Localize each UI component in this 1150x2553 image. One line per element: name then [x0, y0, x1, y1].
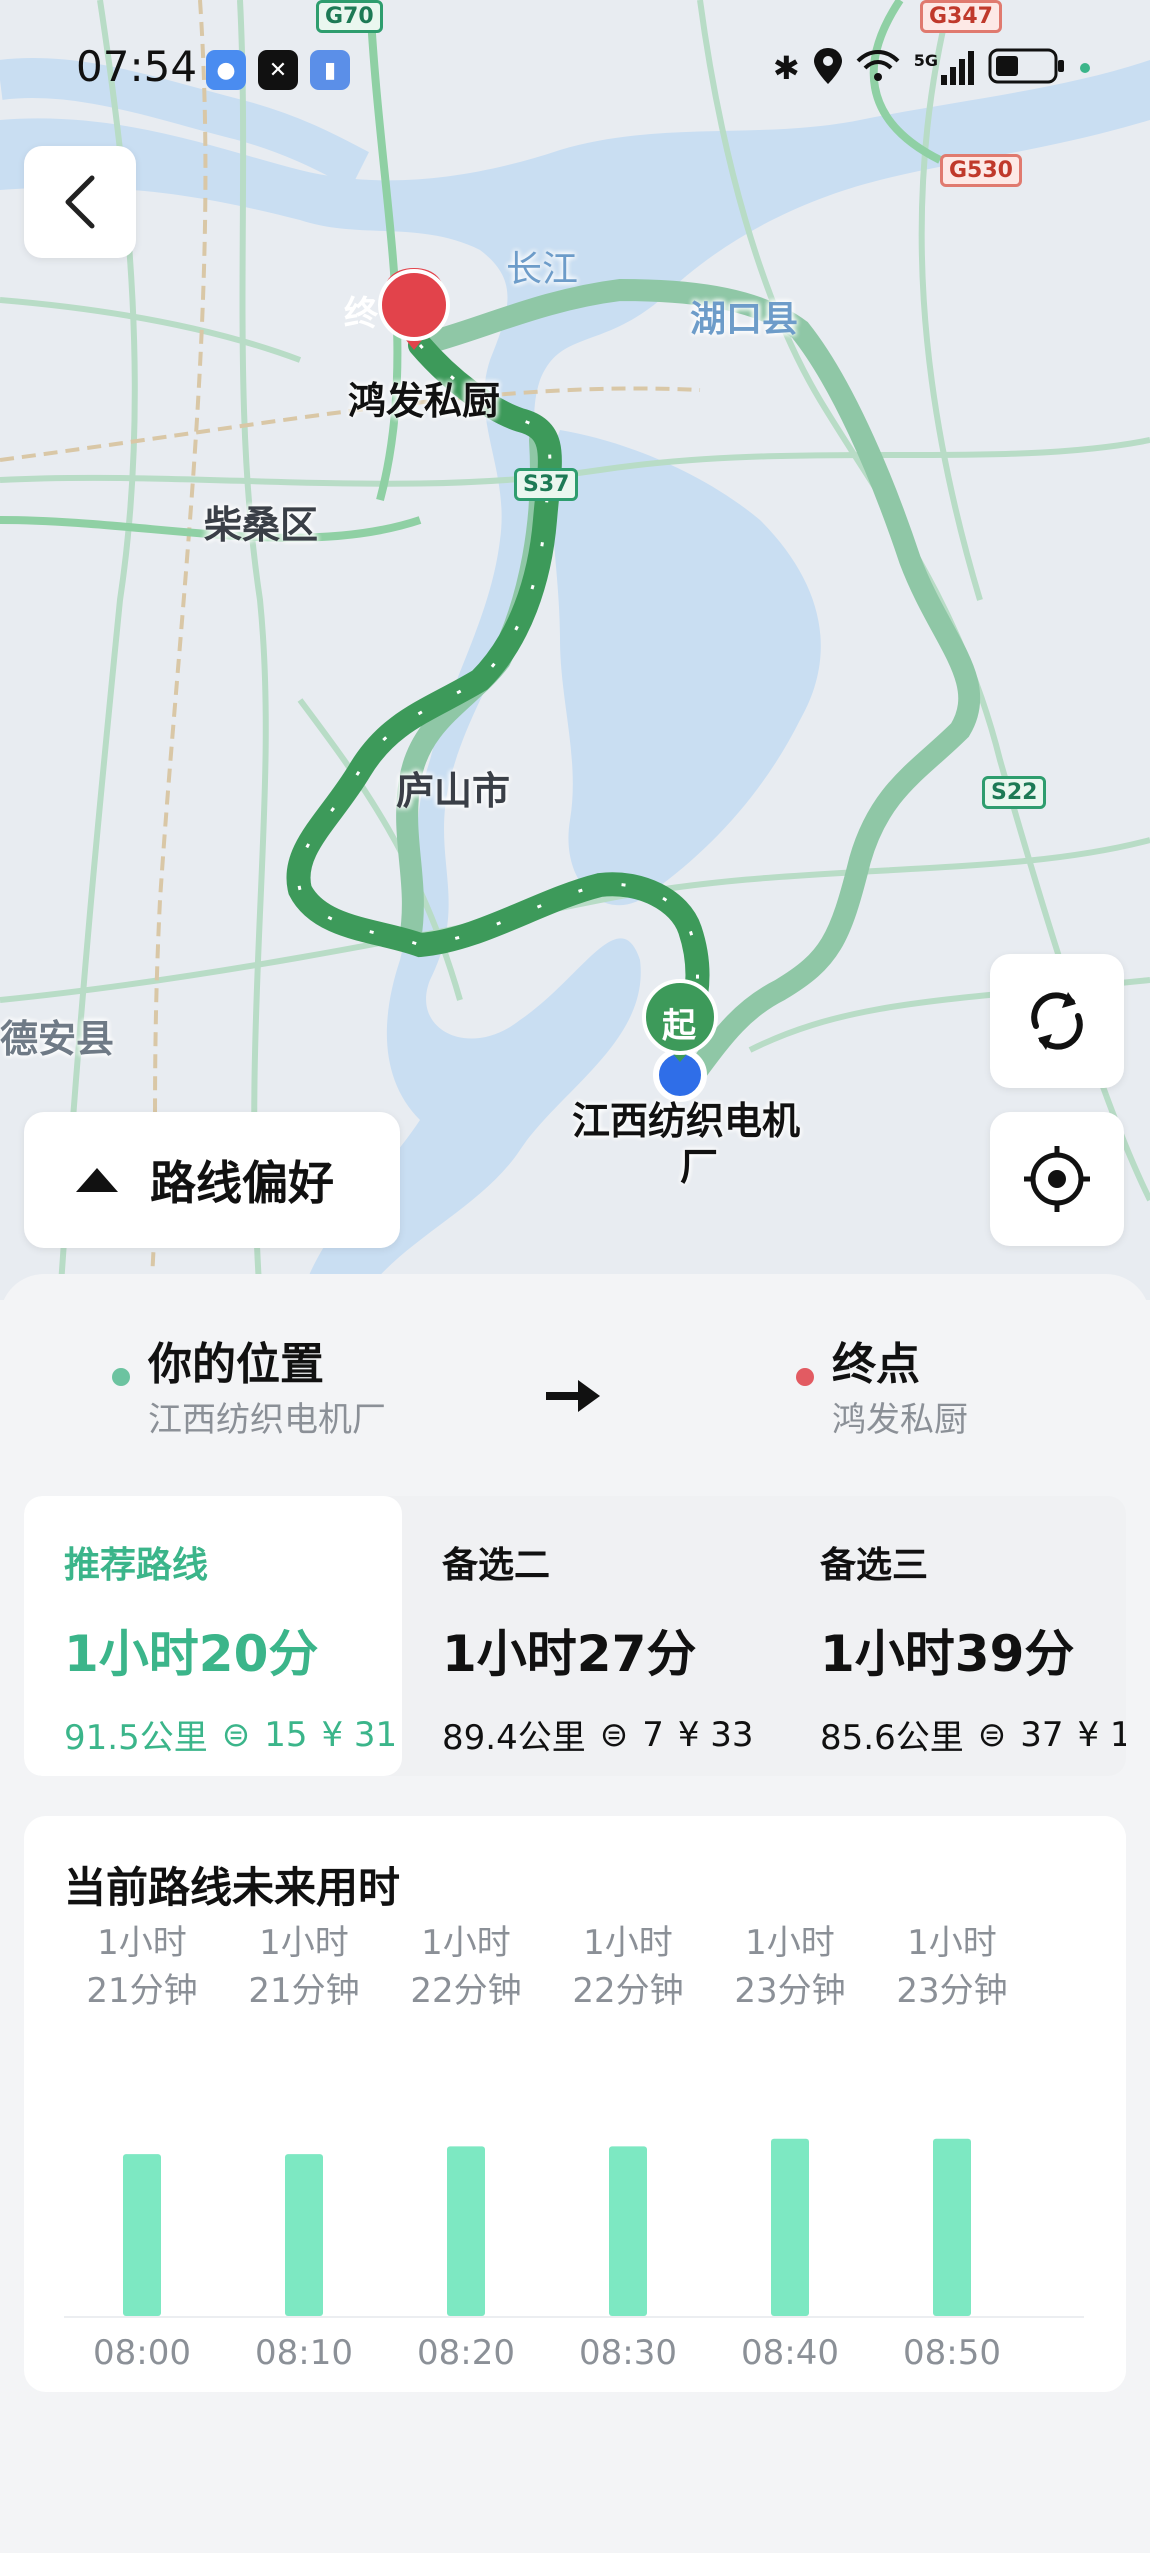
- route-duration: 1小时20分: [64, 1625, 319, 1683]
- destination-dot: [796, 1368, 814, 1386]
- shield-s37: S37: [514, 468, 579, 501]
- route-label: 推荐路线: [64, 1545, 209, 1586]
- route-option-alt-2[interactable]: 备选二 1小时27分 89.4公里 ⊜ 7 ¥ 33: [402, 1496, 780, 1776]
- route-option-recommended[interactable]: 推荐路线 1小时20分 91.5公里 ⊜ 15 ¥ 31: [24, 1496, 402, 1776]
- chevron-left-icon: [65, 175, 95, 229]
- duration-label: 21分钟: [86, 1971, 197, 2011]
- locate-me-button[interactable]: [990, 1112, 1124, 1246]
- route-lights: 37: [1020, 1714, 1064, 1755]
- time-tick-label: 08:00: [93, 2333, 191, 2373]
- map-label-hukou: 湖口县: [690, 299, 799, 340]
- duration-label: 1小时: [583, 1923, 673, 1963]
- status-icons: ✱ 5G: [773, 48, 1090, 88]
- duration-label: 1小时: [421, 1923, 511, 1963]
- forecast-bar[interactable]: [447, 2146, 485, 2316]
- forecast-bar[interactable]: [123, 2154, 161, 2316]
- forecast-chart: 1小时 21分钟 08:00 1小时 21分钟 08:10 1小时 22分钟 08:20 1小时 2…: [64, 1816, 1126, 2392]
- route-cost: ¥ 10: [1077, 1714, 1126, 1755]
- bluetooth-icon: ✱: [772, 49, 800, 87]
- shield-g530: G530: [940, 154, 1022, 187]
- messages-app-icon: ●: [206, 50, 246, 90]
- route-map[interactable]: 终 起 长江 湖口县 柴桑区 庐山市 德安县 鸿发私厨 江西纺织电机 厂 G70…: [0, 0, 1150, 1300]
- route-sheet: 你的位置 江西纺织电机厂 终点 鸿发私厨 推荐路线 1小时20分 91.5公里 …: [0, 1274, 1150, 2553]
- route-label: 备选二: [442, 1545, 551, 1586]
- origin-poi-label-line2[interactable]: 厂: [680, 1136, 718, 1191]
- duration-label: 22分钟: [572, 1971, 683, 2011]
- route-lights: 15: [264, 1714, 308, 1755]
- route-options: 推荐路线 1小时20分 91.5公里 ⊜ 15 ¥ 31 备选二 1小时27分 8…: [24, 1496, 1126, 1776]
- duration-label: 21分钟: [248, 1971, 359, 2011]
- refresh-icon: [1031, 992, 1083, 1050]
- battery-icon: [988, 48, 1066, 88]
- route-info: 85.6公里 ⊜ 37 ¥ 10: [820, 1710, 1126, 1759]
- destination-poi-label[interactable]: 鸿发私厨: [348, 370, 500, 425]
- duration-label: 23分钟: [896, 1971, 1007, 2011]
- status-time: 07:54: [76, 42, 198, 91]
- traffic-light-icon: ⊜: [599, 1714, 629, 1755]
- destination-title: 终点: [832, 1339, 920, 1390]
- route-duration: 1小时39分: [820, 1625, 1075, 1683]
- route-info: 91.5公里 ⊜ 15 ¥ 31: [64, 1710, 402, 1759]
- map-label-chaisang: 柴桑区: [204, 503, 319, 547]
- triangle-up-icon: [76, 1168, 118, 1192]
- refresh-route-button[interactable]: [990, 954, 1124, 1088]
- route-cost: ¥ 31: [321, 1714, 398, 1755]
- route-info: 89.4公里 ⊜ 7 ¥ 33: [442, 1710, 780, 1759]
- map-label-lushan: 庐山市: [396, 769, 511, 813]
- wifi-icon: [856, 49, 900, 87]
- route-option-alt-3[interactable]: 备选三 1小时39分 85.6公里 ⊜ 37 ¥ 10: [780, 1496, 1126, 1776]
- duration-label: 22分钟: [410, 1971, 521, 2011]
- forecast-bar[interactable]: [285, 2154, 323, 2316]
- forecast-bar[interactable]: [771, 2138, 809, 2316]
- route-duration: 1小时27分: [442, 1625, 697, 1683]
- route-cost: ¥ 33: [677, 1714, 754, 1755]
- start-marker-label: 起: [662, 1006, 696, 1046]
- end-marker-label: 终: [344, 294, 378, 334]
- network-type: 5G: [913, 51, 938, 70]
- lake-water-east: [551, 430, 821, 906]
- map-label-changjiang: 长江: [506, 249, 579, 290]
- route-distance: 89.4公里: [442, 1718, 586, 1758]
- forecast-bar[interactable]: [933, 2138, 971, 2316]
- crosshair-icon: [1024, 1146, 1090, 1212]
- route-label: 备选三: [820, 1545, 929, 1586]
- duration-label: 1小时: [97, 1923, 187, 1963]
- time-tick-label: 08:20: [417, 2333, 515, 2373]
- arrow-right-icon: [546, 1380, 600, 1412]
- duration-label: 1小时: [259, 1923, 349, 1963]
- charging-dot-icon: [1080, 63, 1090, 73]
- cellular-signal-icon: 5G: [914, 51, 974, 85]
- route-distance: 85.6公里: [820, 1718, 964, 1758]
- forecast-card: 当前路线未来用时 1小时 21分钟 08:00 1小时 21分钟 08:10 1小时 22分钟…: [24, 1816, 1126, 2392]
- route-lights: 7: [642, 1714, 664, 1755]
- shield-s22: S22: [982, 776, 1047, 809]
- duration-label: 23分钟: [734, 1971, 845, 2011]
- back-button[interactable]: [24, 146, 136, 258]
- duration-label: 1小时: [907, 1923, 997, 1963]
- duration-label: 1小时: [745, 1923, 835, 1963]
- origin-subtitle: 江西纺织电机厂: [148, 1400, 386, 1440]
- route-preference-button[interactable]: 路线偏好: [24, 1112, 400, 1248]
- map-label-dean: 德安县: [0, 1017, 115, 1061]
- origin-title: 你的位置: [148, 1339, 324, 1390]
- chart-edge-mask: [1084, 1816, 1126, 2392]
- traffic-light-icon: ⊜: [977, 1714, 1007, 1755]
- time-tick-label: 08:50: [903, 2333, 1001, 2373]
- time-tick-label: 08:30: [579, 2333, 677, 2373]
- destination-subtitle: 鸿发私厨: [832, 1400, 968, 1440]
- traffic-light-icon: ⊜: [221, 1714, 251, 1755]
- location-icon: [813, 48, 842, 88]
- route-distance: 91.5公里: [64, 1718, 208, 1758]
- notification-app-icon: ▮: [310, 50, 350, 90]
- status-bar: 07:54 ● ✕ ▮ ✱ 5G: [0, 0, 1150, 140]
- time-tick-label: 08:40: [741, 2333, 839, 2373]
- route-preference-label: 路线偏好: [150, 1156, 334, 1210]
- origin-dot: [112, 1368, 130, 1386]
- forecast-bar[interactable]: [609, 2146, 647, 2316]
- time-tick-label: 08:10: [255, 2333, 353, 2373]
- capcut-app-icon: ✕: [258, 50, 298, 90]
